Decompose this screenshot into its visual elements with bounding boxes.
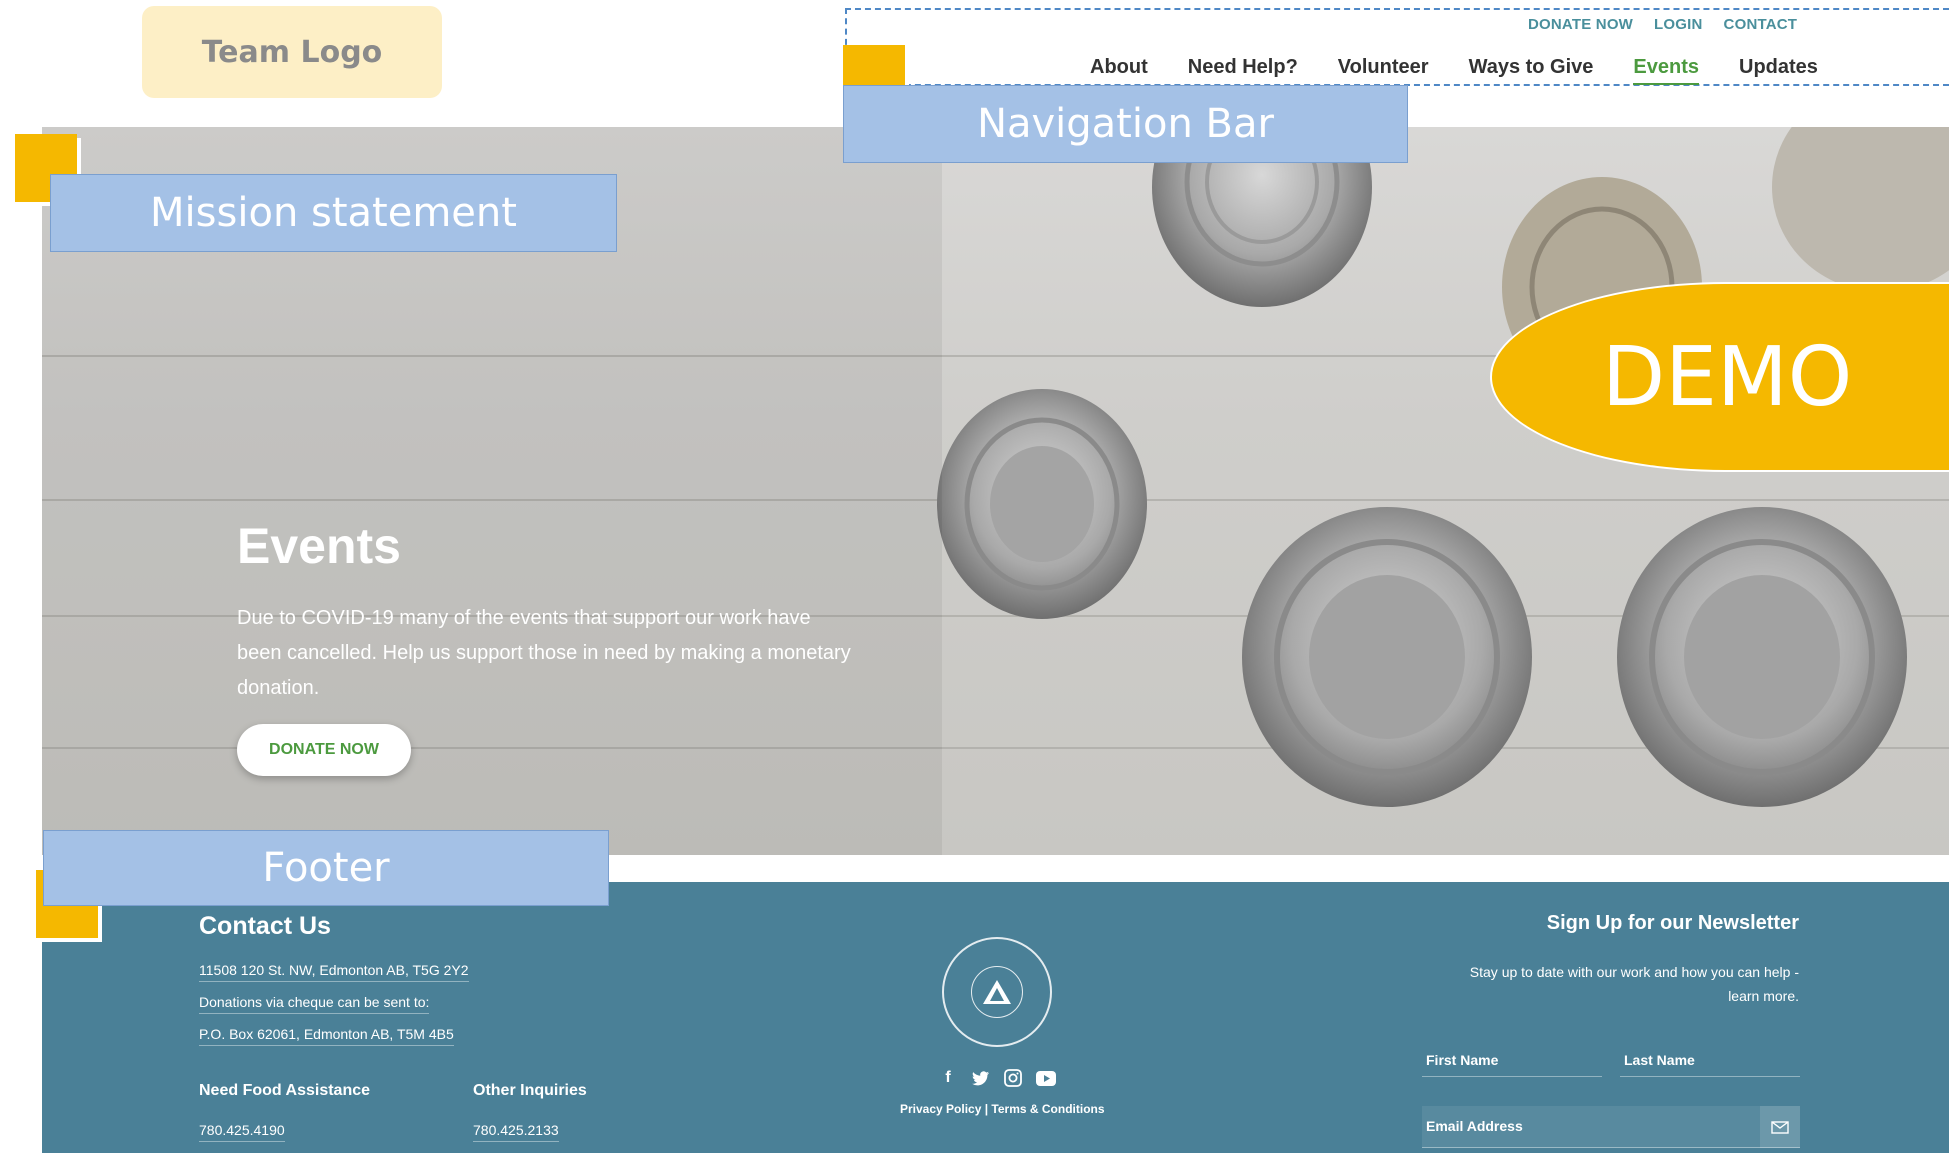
navigation-bar-callout: Navigation Bar — [843, 85, 1408, 163]
social-links: f — [937, 1067, 1057, 1089]
can-middle-left — [937, 389, 1147, 619]
contact-title: Contact Us — [199, 912, 331, 940]
utility-nav: DONATE NOW LOGIN CONTACT — [1528, 16, 1797, 33]
nav-item-about[interactable]: About — [1090, 56, 1148, 85]
footer: Contact Us 11508 120 St. NW, Edmonton AB… — [42, 882, 1949, 1153]
team-logo[interactable]: Team Logo — [142, 6, 442, 98]
can-bottom-right — [1617, 507, 1907, 807]
other-inquiries-phone[interactable]: 780.425.2133 — [473, 1122, 559, 1142]
nav-item-need-help[interactable]: Need Help? — [1188, 56, 1298, 85]
food-assistance-label: Need Food Assistance — [199, 1082, 371, 1099]
email-address-field[interactable]: Email Address — [1422, 1106, 1800, 1148]
nav-item-updates[interactable]: Updates — [1739, 56, 1818, 85]
food-assistance-phone[interactable]: 780.425.4190 — [199, 1122, 285, 1142]
youtube-icon[interactable] — [1035, 1067, 1057, 1089]
cheque-note: Donations via cheque can be sent to: — [199, 994, 430, 1014]
nav-item-ways-to-give[interactable]: Ways to Give — [1469, 56, 1594, 85]
can-corner-right — [1772, 127, 1949, 292]
first-name-field[interactable]: First Name — [1422, 1052, 1602, 1077]
nav-item-events[interactable]: Events — [1633, 56, 1700, 85]
login-link[interactable]: LOGIN — [1654, 16, 1703, 33]
newsletter-text: Stay up to date with our work and how yo… — [1469, 964, 1799, 980]
legal-links: Privacy Policy | Terms & Conditions — [900, 1102, 1105, 1116]
hero-title: Events — [237, 518, 401, 574]
address-link[interactable]: 11508 120 St. NW, Edmonton AB, T5G 2Y2 — [199, 962, 469, 982]
donate-now-button[interactable]: DONATE NOW — [237, 724, 411, 776]
newsletter-title: Sign Up for our Newsletter — [1546, 912, 1799, 934]
footer-callout: Footer — [43, 830, 609, 906]
can-bottom-center — [1242, 507, 1532, 807]
main-nav: About Need Help? Volunteer Ways to Give … — [1090, 56, 1858, 85]
other-inquiries-label: Other Inquiries — [473, 1082, 587, 1099]
donate-now-link[interactable]: DONATE NOW — [1528, 16, 1633, 33]
privacy-policy-link[interactable]: Privacy Policy — [900, 1102, 981, 1116]
triangle-logo-icon — [971, 966, 1023, 1018]
newsletter-description: Stay up to date with our work and how yo… — [1379, 960, 1799, 1008]
po-box-link[interactable]: P.O. Box 62061, Edmonton AB, T5M 4B5 — [199, 1026, 454, 1046]
learn-more-link[interactable]: learn more. — [1728, 988, 1799, 1004]
mission-statement-callout: Mission statement — [50, 174, 617, 252]
newsletter-submit-button[interactable] — [1760, 1106, 1800, 1148]
twitter-icon[interactable] — [970, 1067, 992, 1089]
last-name-field[interactable]: Last Name — [1620, 1052, 1800, 1077]
envelope-icon — [1771, 1120, 1789, 1134]
contact-link[interactable]: CONTACT — [1724, 16, 1798, 33]
hero-description: Due to COVID-19 many of the events that … — [237, 607, 851, 699]
demo-badge: DEMO — [1490, 282, 1949, 472]
terms-link[interactable]: Terms & Conditions — [991, 1102, 1104, 1116]
imagine-canada-seal — [942, 937, 1052, 1047]
nav-item-volunteer[interactable]: Volunteer — [1338, 56, 1429, 85]
facebook-icon[interactable]: f — [937, 1067, 959, 1089]
email-placeholder: Email Address — [1426, 1118, 1523, 1134]
instagram-icon[interactable] — [1002, 1067, 1024, 1089]
